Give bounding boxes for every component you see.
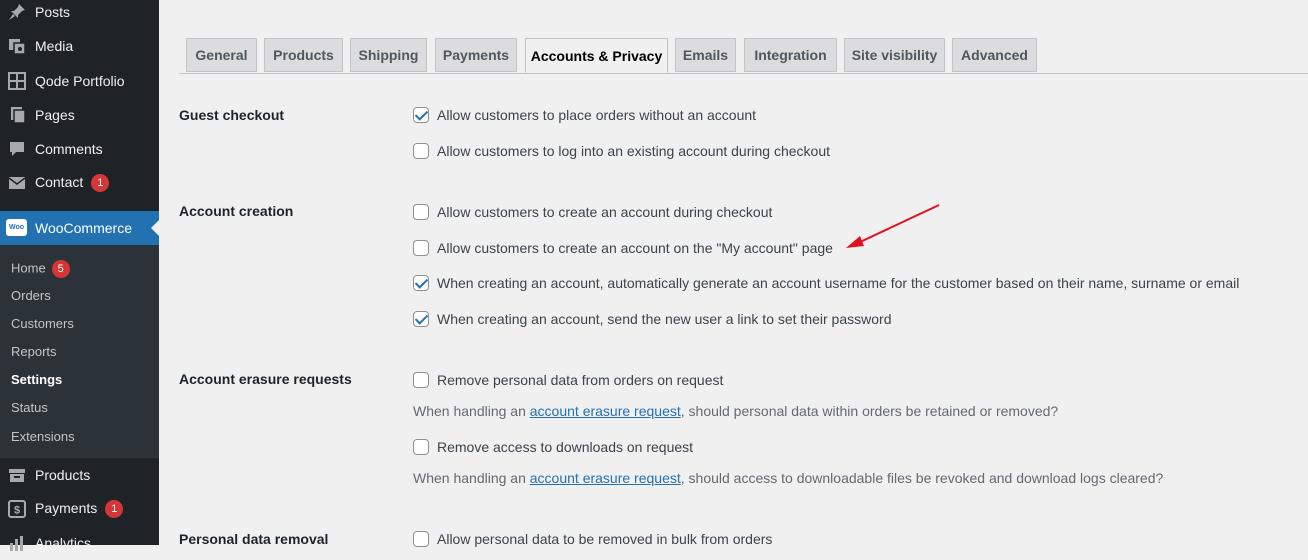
guest-orders-checkbox[interactable] <box>413 107 429 123</box>
remove-order-data-checkbox[interactable] <box>413 372 429 388</box>
option-label: Allow customers to create an account on … <box>437 240 833 256</box>
send-password-link-option[interactable]: When creating an account, send the new u… <box>413 311 891 327</box>
menu-label: WooCommerce <box>35 220 132 236</box>
menu-label: Products <box>35 467 91 483</box>
home-label: Home <box>11 260 46 276</box>
menu-label: Comments <box>35 141 103 157</box>
guest-login-checkbox[interactable] <box>413 143 429 159</box>
pages-icon <box>8 106 26 124</box>
send-password-link-checkbox[interactable] <box>413 311 429 327</box>
account-erasure-request-link[interactable]: account erasure request <box>530 403 681 419</box>
option-label: Remove personal data from orders on requ… <box>437 372 724 388</box>
tab-integration[interactable]: Integration <box>744 38 837 72</box>
payments-label: Payments <box>35 499 98 516</box>
menu-label: Pages <box>35 107 75 123</box>
tab-site-visibility[interactable]: Site visibility <box>844 38 945 72</box>
tab-emails[interactable]: Emails <box>675 38 736 72</box>
admin-sidebar: Posts Media Qode Portfolio Pages Comment… <box>0 0 159 551</box>
menu-label: Payments 1 <box>35 499 124 519</box>
option-label: Allow customers to log into an existing … <box>437 143 830 159</box>
tab-payments[interactable]: Payments <box>435 38 517 72</box>
settings-tabs: General Products Shipping Payments Accou… <box>179 38 1308 74</box>
guest-checkout-label: Guest checkout <box>179 107 285 123</box>
woocommerce-submenu: Home 5 Orders Customers Reports Settings … <box>0 245 159 458</box>
notification-badge: 1 <box>91 174 110 193</box>
submenu-item-reports[interactable]: Reports <box>11 344 57 359</box>
menu-label: Posts <box>35 4 71 20</box>
tab-shipping[interactable]: Shipping <box>350 38 427 72</box>
menu-item-media[interactable]: Media <box>0 29 159 63</box>
menu-item-payments[interactable]: $ Payments 1 <box>0 492 159 526</box>
tab-accounts-privacy[interactable]: Accounts & Privacy <box>525 38 668 73</box>
option-label: Allow customers to create an account dur… <box>437 204 773 220</box>
menu-item-products[interactable]: Products <box>0 458 159 492</box>
mail-icon <box>8 174 26 192</box>
remove-downloads-checkbox[interactable] <box>413 439 429 455</box>
tab-advanced[interactable]: Advanced <box>952 38 1037 72</box>
generate-username-option[interactable]: When creating an account, automatically … <box>413 275 1239 291</box>
desc-text: , should personal data within orders be … <box>680 403 1059 419</box>
generate-username-checkbox[interactable] <box>413 275 429 291</box>
comment-icon <box>8 140 26 158</box>
option-label: Remove access to downloads on request <box>437 439 694 455</box>
erasure-orders-description: When handling an account erasure request… <box>413 403 1058 419</box>
guest-checkout-option[interactable]: Allow customers to place orders without … <box>413 107 756 123</box>
annotation-arrow-icon <box>846 204 940 248</box>
desc-text: When handling an <box>413 470 530 486</box>
woocommerce-icon: Woo <box>6 219 27 236</box>
svg-text:$: $ <box>14 505 20 517</box>
submenu-item-settings[interactable]: Settings <box>11 372 62 387</box>
create-account-myaccount-checkbox[interactable] <box>413 240 429 256</box>
submenu-item-status[interactable]: Status <box>11 400 48 415</box>
create-account-checkout-option[interactable]: Allow customers to create an account dur… <box>413 204 772 220</box>
menu-label: Qode Portfolio <box>35 73 125 89</box>
products-icon <box>8 466 26 484</box>
menu-item-pages[interactable]: Pages <box>0 98 159 132</box>
contact-label: Contact <box>35 173 84 190</box>
tab-products[interactable]: Products <box>264 38 343 72</box>
menu-item-contact[interactable]: Contact 1 <box>0 166 159 200</box>
account-creation-label: Account creation <box>179 203 294 219</box>
grid-icon <box>8 72 26 90</box>
menu-item-analytics[interactable]: Analytics <box>0 526 159 560</box>
media-icon <box>8 37 26 55</box>
menu-label: Media <box>35 38 74 54</box>
desc-text: When handling an <box>413 403 530 419</box>
account-erasure-request-link[interactable]: account erasure request <box>530 470 681 486</box>
menu-item-posts[interactable]: Posts <box>0 0 159 29</box>
create-account-checkout-checkbox[interactable] <box>413 204 429 220</box>
option-label: When creating an account, send the new u… <box>437 311 892 327</box>
submenu-item-home[interactable]: Home 5 <box>11 260 70 278</box>
guest-login-option[interactable]: Allow customers to log into an existing … <box>413 143 830 159</box>
pin-icon <box>8 3 26 21</box>
menu-label: Analytics <box>35 535 92 551</box>
remove-order-data-option[interactable]: Remove personal data from orders on requ… <box>413 372 723 388</box>
analytics-icon <box>8 534 26 552</box>
submenu-item-extensions[interactable]: Extensions <box>11 429 75 444</box>
create-account-myaccount-option[interactable]: Allow customers to create an account on … <box>413 240 833 256</box>
tab-general[interactable]: General <box>186 38 257 72</box>
payments-icon: $ <box>8 500 26 518</box>
menu-item-comments[interactable]: Comments <box>0 132 159 166</box>
erasure-downloads-description: When handling an account erasure request… <box>413 470 1163 486</box>
option-label: When creating an account, automatically … <box>437 275 1240 291</box>
notification-badge: 1 <box>105 500 124 519</box>
menu-item-qode-portfolio[interactable]: Qode Portfolio <box>0 64 159 98</box>
account-erasure-label: Account erasure requests <box>179 371 352 387</box>
remove-downloads-option[interactable]: Remove access to downloads on request <box>413 439 693 455</box>
menu-label: Contact 1 <box>35 173 110 193</box>
option-label: Allow customers to place orders without … <box>437 107 757 123</box>
desc-text: , should access to downloadable files be… <box>680 470 1164 486</box>
submenu-item-orders[interactable]: Orders <box>11 288 51 303</box>
notification-badge: 5 <box>51 260 70 278</box>
submenu-item-customers[interactable]: Customers <box>11 316 74 331</box>
menu-item-woocommerce[interactable]: Woo WooCommerce <box>0 211 159 245</box>
